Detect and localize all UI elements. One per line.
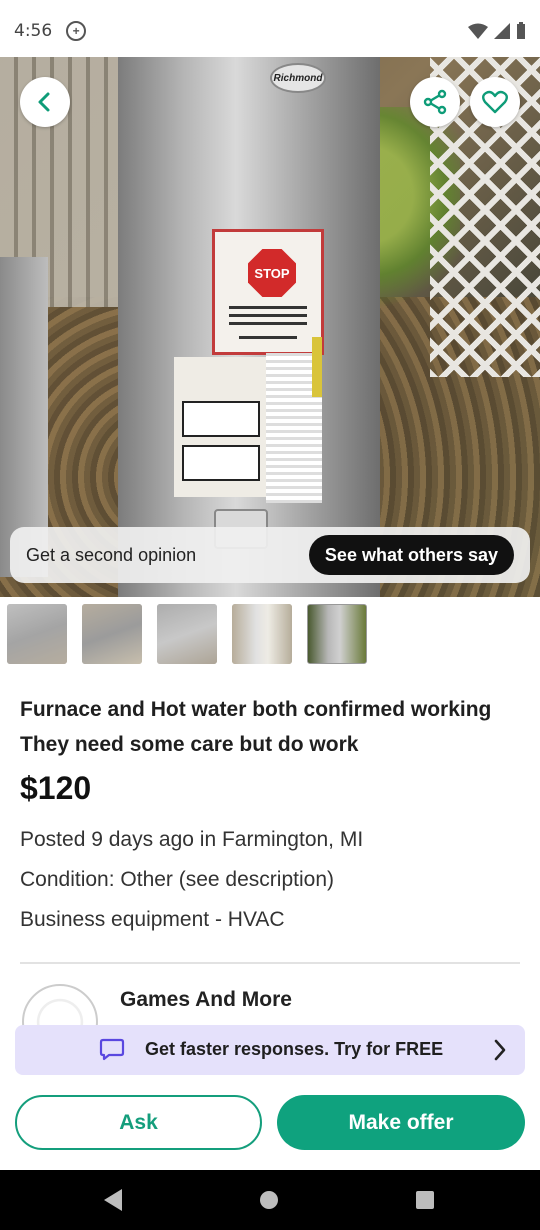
chevron-left-icon [38,92,50,112]
faster-responses-banner[interactable]: Get faster responses. Try for FREE [15,1025,525,1075]
share-button[interactable] [410,77,460,127]
listing-price: $120 [20,770,92,806]
status-bar: 4:56 + [0,0,540,62]
status-icons [468,22,526,40]
posted-info: Posted 9 days ago in Farmington, MI [20,828,364,851]
favorite-button[interactable] [470,77,520,127]
seller-name[interactable]: Games And More [120,988,292,1012]
back-button[interactable] [20,77,70,127]
nav-recents-icon[interactable] [416,1191,434,1209]
second-opinion-label: Get a second opinion [26,544,197,565]
heart-icon [482,90,508,114]
thumbnail-4[interactable] [232,604,292,664]
photo-thumbnails [7,604,367,664]
photo-brand-logo: Richmond [270,63,326,93]
thumbnail-2[interactable] [82,604,142,664]
thumbnail-1[interactable] [7,604,67,664]
divider [20,962,520,964]
status-time: 4:56 [14,21,53,41]
ask-button[interactable]: Ask [15,1095,262,1150]
thumbnail-5-selected[interactable] [307,604,367,664]
listing-title: Furnace and Hot water both confirmed wor… [20,698,492,756]
signal-icon [494,23,510,39]
share-icon [423,89,447,115]
nav-home-icon[interactable] [260,1191,278,1209]
nav-back-icon[interactable] [104,1189,122,1211]
battery-icon [517,22,525,39]
second-opinion-bar: Get a second opinion See what others say [10,527,530,583]
category-info: Business equipment - HVAC [20,908,285,931]
make-offer-button[interactable]: Make offer [277,1095,525,1150]
vpn-icon: + [66,21,87,41]
see-what-others-say-button[interactable]: See what others say [308,535,514,575]
listing-photo[interactable]: Richmond STOP [0,57,540,597]
photo-yellow-tag [312,337,322,397]
thumbnail-3[interactable] [157,604,217,664]
faster-responses-text: Get faster responses. Try for FREE [145,1039,444,1059]
chevron-right-icon [494,1039,506,1061]
chat-bubble-icon [99,1038,125,1061]
condition-info: Condition: Other (see description) [20,868,334,891]
photo-stop-sign: STOP [248,249,296,297]
wifi-icon [468,23,488,39]
